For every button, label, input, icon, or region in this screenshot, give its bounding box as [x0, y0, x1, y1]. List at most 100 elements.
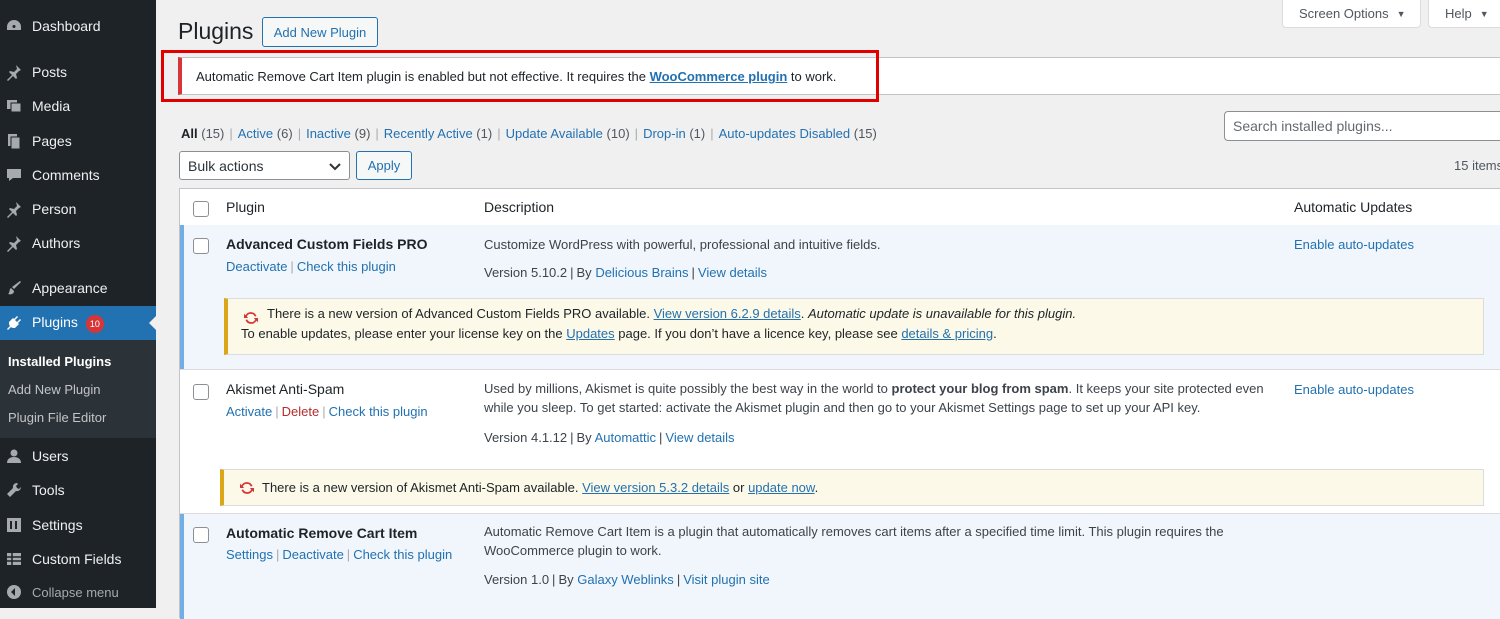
bulk-actions-select[interactable]: Bulk actions: [179, 151, 350, 180]
updates-page-link[interactable]: Updates: [566, 326, 614, 341]
pin-icon: [5, 63, 23, 81]
update-icon: [238, 479, 256, 497]
update-now-link[interactable]: update now: [748, 480, 815, 495]
caret-down-icon: ▼: [1396, 8, 1406, 19]
plugin-meta: Version 5.10.2 | By Delicious Brains | View …: [484, 265, 768, 280]
dashboard-icon: [5, 17, 23, 35]
enable-auto-updates-link[interactable]: Enable auto-updates: [1294, 237, 1414, 252]
sidebar-item-plugins[interactable]: Plugins 10: [0, 306, 156, 340]
filter-recently-active[interactable]: Recently Active: [384, 126, 473, 141]
author-link[interactable]: Galaxy Weblinks: [577, 572, 674, 587]
comments-icon: [5, 166, 23, 184]
settings-icon: [5, 516, 23, 534]
filter-active[interactable]: Active: [238, 126, 273, 141]
activate-link[interactable]: Activate: [226, 404, 272, 419]
search-plugins-input[interactable]: Search installed plugins...: [1224, 111, 1500, 141]
media-icon: [5, 97, 23, 115]
submenu-plugin-file-editor[interactable]: Plugin File Editor: [8, 410, 106, 425]
pin-icon: [5, 234, 23, 252]
items-count: 15 items: [1454, 158, 1500, 173]
filter-all[interactable]: All: [181, 126, 198, 141]
plugin-status-filters: All (15) | Active (6) | Inactive (9) | Recentl…: [181, 126, 877, 141]
table-row: Automatic Remove Cart Item Settings | Deac…: [180, 514, 1500, 619]
plugin-name: Akismet Anti-Spam: [226, 381, 345, 397]
collapse-icon: [5, 583, 23, 601]
table-row: Akismet Anti-Spam Activate | Delete | Check …: [180, 370, 1500, 513]
enable-auto-updates-link[interactable]: Enable auto-updates: [1294, 382, 1414, 397]
sidebar-item-person[interactable]: Person: [0, 192, 156, 226]
plugin-icon: [5, 314, 23, 332]
plugin-meta: Version 1.0 | By Galaxy Weblinks | Visit plu…: [484, 572, 770, 587]
view-version-details-link[interactable]: View version 6.2.9 details: [654, 306, 801, 321]
plugin-description: Customize WordPress with powerful, profe…: [484, 237, 881, 252]
chevron-down-icon: [329, 158, 341, 174]
select-all-checkbox[interactable]: [193, 201, 209, 217]
brush-icon: [5, 279, 23, 297]
column-auto-updates: Automatic Updates: [1294, 199, 1413, 215]
filter-update-available[interactable]: Update Available: [506, 126, 603, 141]
plugins-table: Plugin Description Automatic Updates Adv…: [179, 188, 1500, 619]
table-row: Advanced Custom Fields PRO Deactivate | Ch…: [180, 225, 1500, 369]
admin-sidebar: Dashboard Posts Media Pages Comments Per…: [0, 0, 156, 608]
table-header: Plugin Description Automatic Updates: [180, 189, 1500, 226]
caret-down-icon: ▼: [1479, 8, 1489, 19]
row-actions: Settings | Deactivate | Check this plugin: [226, 547, 453, 562]
view-details-link[interactable]: View details: [665, 430, 734, 445]
plugin-description: Used by millions, Akismet is quite possi…: [484, 381, 1264, 415]
sidebar-item-comments[interactable]: Comments: [0, 158, 156, 192]
pages-icon: [5, 132, 23, 150]
check-plugin-link[interactable]: Check this plugin: [297, 259, 396, 274]
submenu-installed-plugins[interactable]: Installed Plugins: [8, 354, 111, 369]
sidebar-item-media[interactable]: Media: [0, 89, 156, 123]
plugins-submenu: Installed Plugins Add New Plugin Plugin …: [0, 340, 156, 438]
check-plugin-link[interactable]: Check this plugin: [329, 404, 428, 419]
sidebar-item-posts[interactable]: Posts: [0, 55, 156, 89]
plugin-meta: Version 4.1.12 | By Automattic | View detail…: [484, 430, 735, 445]
sidebar-item-authors[interactable]: Authors: [0, 226, 156, 260]
sidebar-item-tools[interactable]: Tools: [0, 473, 156, 507]
row-actions: Deactivate | Check this plugin: [226, 259, 396, 274]
screen-options-button[interactable]: Screen Options ▼: [1282, 0, 1421, 28]
filter-inactive[interactable]: Inactive: [306, 126, 351, 141]
row-checkbox[interactable]: [193, 238, 209, 254]
help-button[interactable]: Help ▼: [1428, 0, 1500, 28]
table-icon: [5, 550, 23, 568]
settings-link[interactable]: Settings: [226, 547, 273, 562]
deactivate-link[interactable]: Deactivate: [282, 547, 343, 562]
sidebar-item-pages[interactable]: Pages: [0, 124, 156, 158]
update-notice: There is a new version of Akismet Anti-S…: [220, 469, 1484, 506]
visit-plugin-site-link[interactable]: Visit plugin site: [683, 572, 769, 587]
wrench-icon: [5, 481, 23, 499]
sidebar-item-dashboard[interactable]: Dashboard: [0, 9, 156, 43]
filter-auto-updates-disabled[interactable]: Auto-updates Disabled: [719, 126, 851, 141]
filter-drop-in[interactable]: Drop-in: [643, 126, 686, 141]
sidebar-item-custom-fields[interactable]: Custom Fields: [0, 542, 156, 576]
row-checkbox[interactable]: [193, 527, 209, 543]
author-link[interactable]: Automattic: [595, 430, 656, 445]
column-plugin: Plugin: [226, 199, 265, 215]
details-pricing-link[interactable]: details & pricing: [901, 326, 993, 341]
deactivate-link[interactable]: Deactivate: [226, 259, 287, 274]
author-link[interactable]: Delicious Brains: [595, 265, 688, 280]
collapse-menu-button[interactable]: Collapse menu: [0, 575, 156, 609]
check-plugin-link[interactable]: Check this plugin: [353, 547, 452, 562]
plugin-name: Advanced Custom Fields PRO: [226, 236, 428, 252]
highlight-box: [161, 50, 879, 102]
view-version-details-link[interactable]: View version 5.3.2 details: [582, 480, 729, 495]
row-checkbox[interactable]: [193, 384, 209, 400]
users-icon: [5, 447, 23, 465]
page-title: Plugins: [178, 18, 254, 44]
sidebar-item-appearance[interactable]: Appearance: [0, 271, 156, 305]
pin-icon: [5, 200, 23, 218]
update-icon: [242, 309, 260, 327]
submenu-add-new-plugin[interactable]: Add New Plugin: [8, 382, 101, 397]
apply-button[interactable]: Apply: [356, 151, 412, 180]
add-new-plugin-button[interactable]: Add New Plugin: [262, 17, 378, 47]
plugin-description: Automatic Remove Cart Item is a plugin t…: [484, 524, 1224, 558]
view-details-link[interactable]: View details: [698, 265, 767, 280]
delete-link[interactable]: Delete: [282, 404, 320, 419]
sidebar-item-users[interactable]: Users: [0, 439, 156, 473]
sidebar-item-label: Plugins: [32, 313, 78, 330]
plugin-name: Automatic Remove Cart Item: [226, 525, 418, 541]
sidebar-item-settings[interactable]: Settings: [0, 508, 156, 542]
